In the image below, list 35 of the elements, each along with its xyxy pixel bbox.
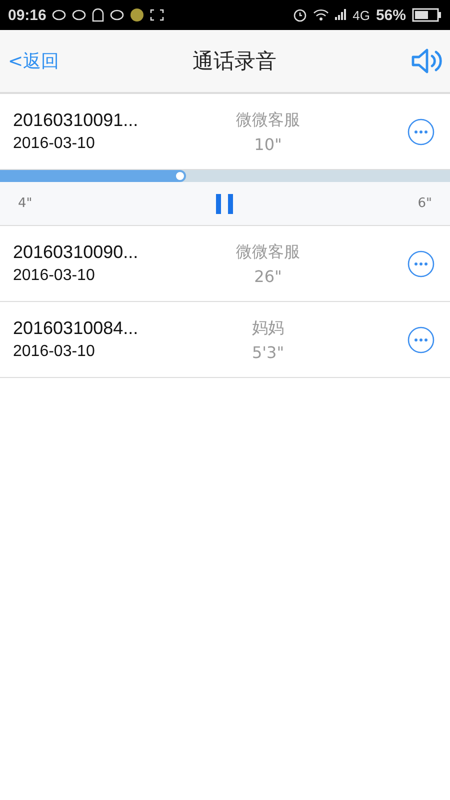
call-duration: 26"	[254, 266, 282, 286]
elapsed-time: 4"	[18, 196, 32, 211]
chat-icon	[110, 9, 124, 21]
more-icon[interactable]	[407, 118, 435, 146]
signal-icon	[334, 9, 347, 21]
battery-percent: 56%	[376, 6, 406, 24]
contact-name: 妈妈	[252, 318, 284, 338]
more-icon[interactable]	[407, 326, 435, 354]
call-duration: 10"	[254, 134, 282, 154]
alarm-icon	[292, 8, 307, 22]
recording-row[interactable]: 20160310090... 2016-03-10 微微客服 26"	[0, 226, 450, 302]
network-type: 4G	[352, 8, 370, 22]
status-time: 09:16	[8, 6, 46, 24]
recording-date: 2016-03-10	[13, 267, 96, 285]
battery-icon	[412, 8, 442, 22]
screenshot-icon	[150, 9, 164, 21]
app-icon	[130, 8, 144, 22]
recording-name: 20160310091...	[13, 110, 140, 131]
wifi-icon	[312, 9, 329, 21]
recording-row[interactable]: 20160310084... 2016-03-10 妈妈 5'3"	[0, 302, 450, 378]
recording-date: 2016-03-10	[13, 135, 96, 153]
progress-slider[interactable]	[0, 170, 450, 182]
pause-icon[interactable]	[214, 192, 236, 216]
remaining-time: 6"	[418, 196, 432, 211]
recording-date: 2016-03-10	[13, 343, 96, 361]
call-duration: 5'3"	[252, 342, 284, 362]
page-title: 通话录音	[192, 48, 277, 75]
more-icon[interactable]	[407, 250, 435, 278]
recording-name: 20160310090...	[13, 242, 140, 263]
chat-icon	[72, 9, 86, 21]
speaker-icon[interactable]	[410, 47, 442, 75]
recording-name: 20160310084...	[13, 318, 140, 339]
contact-name: 微微客服	[236, 110, 300, 130]
chat-icon	[52, 9, 66, 21]
contact-name: 微微客服	[236, 242, 300, 262]
